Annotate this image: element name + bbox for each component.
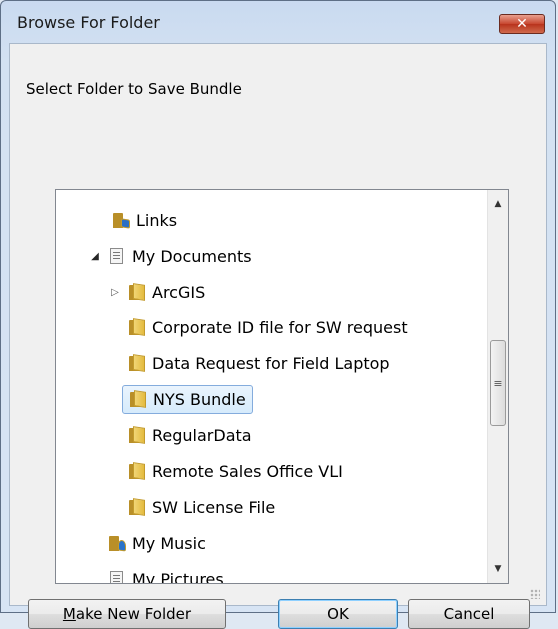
- tree-item-label: My Documents: [132, 246, 252, 266]
- title-bar[interactable]: Browse For Folder ✕: [1, 1, 555, 43]
- scrollbar-thumb[interactable]: ≡: [490, 340, 506, 426]
- tree-item-label: Links: [136, 210, 178, 230]
- folder-icon: [128, 318, 146, 336]
- tree-item-label: Remote Sales Office VLI: [152, 461, 343, 481]
- tree-item-corporate-id[interactable]: Corporate ID file for SW request: [128, 311, 408, 343]
- music-folder-icon: [108, 534, 126, 552]
- collapsed-arrow-icon[interactable]: ▷: [108, 287, 122, 298]
- tree-item-regulardata[interactable]: RegularData: [128, 419, 252, 451]
- make-new-folder-button[interactable]: Make New Folder: [28, 599, 226, 629]
- tree-item-label: My Pictures: [132, 569, 224, 584]
- tree-item-arcgis[interactable]: ▷ ArcGIS: [108, 276, 205, 308]
- tree-item-data-request[interactable]: Data Request for Field Laptop: [128, 347, 390, 379]
- pictures-folder-icon: [108, 570, 126, 583]
- folder-icon: [128, 462, 146, 480]
- tree-item-label: RegularData: [152, 425, 252, 445]
- tree-item-links[interactable]: Links: [112, 204, 177, 236]
- folder-links-icon: [112, 211, 130, 229]
- scroll-down-arrow-icon[interactable]: ▼: [488, 559, 508, 579]
- documents-icon: [108, 247, 126, 265]
- folder-tree[interactable]: Links ◢ My Documents ▷ ArcGIS Corporate …: [55, 189, 509, 584]
- tree-item-label: Data Request for Field Laptop: [152, 353, 390, 373]
- browse-for-folder-dialog: Browse For Folder ✕ Select Folder to Sav…: [0, 0, 556, 629]
- folder-icon: [129, 390, 147, 408]
- tree-item-my-documents[interactable]: ◢ My Documents: [88, 240, 252, 272]
- vertical-scrollbar[interactable]: ▲ ≡ ▼: [487, 190, 508, 583]
- tree-item-label: ArcGIS: [152, 282, 206, 302]
- mnemonic-letter: M: [62, 605, 76, 623]
- tree-item-label: My Music: [132, 533, 206, 553]
- tree-item-remote-sales[interactable]: Remote Sales Office VLI: [128, 455, 343, 487]
- close-button[interactable]: ✕: [499, 14, 545, 34]
- close-icon: ✕: [516, 16, 528, 32]
- expanded-arrow-icon[interactable]: ◢: [88, 251, 102, 262]
- tree-item-nys-bundle[interactable]: NYS Bundle: [122, 383, 253, 415]
- ok-button[interactable]: OK: [278, 599, 398, 629]
- tree-item-label: Corporate ID file for SW request: [152, 317, 408, 337]
- folder-icon: [128, 354, 146, 372]
- window-title: Browse For Folder: [17, 13, 160, 32]
- button-label: ake New Folder: [75, 605, 192, 623]
- cancel-button[interactable]: Cancel: [408, 599, 530, 629]
- tree-item-label: SW License File: [152, 497, 276, 517]
- tree-item-label: NYS Bundle: [153, 389, 246, 409]
- folder-icon: [128, 283, 146, 301]
- prompt-text: Select Folder to Save Bundle: [26, 80, 242, 98]
- folder-icon: [128, 498, 146, 516]
- selected-highlight: NYS Bundle: [122, 384, 253, 414]
- tree-item-my-music[interactable]: My Music: [108, 527, 206, 559]
- thumb-grip-icon: ≡: [493, 376, 503, 390]
- tree-item-my-pictures[interactable]: My Pictures: [108, 563, 224, 584]
- folder-icon: [128, 426, 146, 444]
- resize-grip-icon[interactable]: [530, 589, 540, 599]
- tree-item-sw-license[interactable]: SW License File: [128, 491, 275, 523]
- dialog-body: Select Folder to Save Bundle Links ◢ My …: [9, 43, 547, 629]
- scroll-up-arrow-icon[interactable]: ▲: [488, 194, 508, 214]
